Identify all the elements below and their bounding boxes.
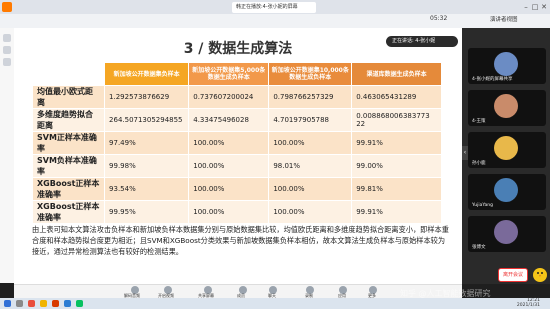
table-row: XGBoost正样本准确率 93.54% 100.00% 100.00% 99.…: [31, 177, 442, 201]
participant-name: 张博文: [472, 245, 486, 250]
table-cell: 0.463065431289: [351, 85, 442, 109]
mascot-icon: [533, 268, 547, 282]
clock-date: 2021/1/31: [516, 303, 540, 308]
table-header-empty: [31, 62, 106, 86]
avatar: [494, 178, 518, 202]
slide-paragraph: 由上表可知本文算法攻击负样本和新加坡负样本数据集分别与原始数据集比较，均值欧氏距…: [32, 225, 449, 256]
table-row: 均值最小欧式距离 1.292573876629 0.737607200024 0…: [31, 85, 442, 109]
powerpoint-icon[interactable]: [52, 300, 59, 307]
meeting-toolbar: 05:32 演讲者视图: [0, 14, 550, 29]
eraser-tool-icon[interactable]: [3, 58, 11, 66]
participant-name: 4-王策: [472, 119, 486, 124]
table-header: 新加坡公开数据集5,000条数据生成负样本: [188, 62, 270, 86]
table-cell: 100.00%: [188, 177, 270, 201]
table-cell: 99.98%: [104, 154, 190, 178]
table-cell: 98.01%: [268, 154, 353, 178]
participants-panel: ‹ 4-张小妮的屏幕共享 4-王策 孙小鹿 YujiaYang 张博文 离开会议: [462, 28, 550, 284]
table-cell: 4.33475496028: [188, 108, 270, 132]
participant-tile[interactable]: 张博文: [468, 216, 546, 252]
annotation-toolstrip: [0, 28, 15, 283]
table-cell: 100.00%: [188, 200, 270, 224]
table-row: SVM负样本准确率 99.98% 100.00% 98.01% 99.00%: [31, 154, 442, 178]
pointer-tool-icon[interactable]: [3, 34, 11, 42]
table-cell: 100.00%: [268, 131, 353, 155]
avatar: [494, 136, 518, 160]
table-row: XGBoost正样本准确率 99.95% 100.00% 100.00% 99.…: [31, 200, 442, 224]
search-icon[interactable]: [16, 300, 23, 307]
table-cell: 0.737607200024: [188, 85, 270, 109]
row-label: XGBoost正样本准确率: [31, 177, 106, 201]
table-row: SVM正样本准确率 97.49% 100.00% 100.00% 99.91%: [31, 131, 442, 155]
participant-name: 孙小鹿: [472, 161, 486, 166]
row-label: XGBoost正样本准确率: [31, 200, 106, 224]
meeting-app-icon[interactable]: [64, 300, 71, 307]
table-cell: 99.81%: [351, 177, 442, 201]
watermark: 知乎 @人工智能数据研究: [400, 289, 491, 298]
table-cell: 100.00%: [188, 131, 270, 155]
row-label: 多维度趋势拟合距离: [31, 108, 106, 132]
row-label: SVM正样本准确率: [31, 131, 106, 155]
participant-tile[interactable]: 孙小鹿: [468, 132, 546, 168]
table-cell: 0.008868006383773 22: [351, 108, 442, 132]
minimize-button[interactable]: –: [522, 3, 530, 11]
metrics-table: 新加坡公开数据集负样本 新加坡公开数据集5,000条数据生成负样本 新加坡公开数…: [31, 62, 442, 224]
pen-tool-icon[interactable]: [3, 46, 11, 54]
table-header: 新加坡公开数据集负样本: [104, 62, 190, 86]
meeting-timer: 05:32: [430, 15, 448, 22]
taskbar-clock: 12:21 2021/1/31: [500, 298, 540, 308]
avatar: [494, 94, 518, 118]
table-cell: 99.91%: [351, 131, 442, 155]
table-cell: 99.91%: [351, 200, 442, 224]
window-tab[interactable]: 韩正在播放:4-张小妮的屏幕: [232, 2, 316, 13]
table-cell: 4.70197905788: [268, 108, 353, 132]
row-label: SVM负样本准确率: [31, 154, 106, 178]
os-taskbar: 12:21 2021/1/31: [0, 298, 550, 309]
table-cell: 99.00%: [351, 154, 442, 178]
presenter-view-button[interactable]: 演讲者视图: [490, 15, 518, 23]
table-header: 渠道库数据生成负样本: [351, 62, 442, 86]
close-button[interactable]: ✕: [540, 3, 548, 11]
wechat-icon[interactable]: [76, 300, 83, 307]
table-cell: 97.49%: [104, 131, 190, 155]
table-cell: 100.00%: [188, 154, 270, 178]
app-title-bar: 韩正在播放:4-张小妮的屏幕 – □ ✕: [0, 0, 550, 14]
row-label: 均值最小欧式距离: [31, 85, 106, 109]
avatar: [494, 220, 518, 244]
participant-tile[interactable]: 4-张小妮的屏幕共享: [468, 48, 546, 84]
table-row: 多维度趋势拟合距离 264.5071305294855 4.3347549602…: [31, 108, 442, 132]
meeting-controls: 解码音频 开启视频 共享屏幕 成员 聊天 录制 应用 更多: [14, 284, 462, 299]
participant-tile[interactable]: YujiaYang: [468, 174, 546, 210]
browser-icon[interactable]: [28, 300, 35, 307]
avatar: [494, 52, 518, 76]
file-explorer-icon[interactable]: [40, 300, 47, 307]
participant-name: 4-张小妮的屏幕共享: [472, 77, 513, 82]
shared-slide: 3 / 数据生成算法 正在讲话: 4-张小妮 新加坡公开数据集负样本 新加坡公开…: [14, 28, 462, 284]
participant-name: YujiaYang: [472, 203, 493, 208]
table-header-row: 新加坡公开数据集负样本 新加坡公开数据集5,000条数据生成负样本 新加坡公开数…: [31, 62, 442, 86]
table-cell: 0.798766257329: [268, 85, 353, 109]
maximize-button[interactable]: □: [531, 3, 539, 11]
table-header: 新加坡公开数据集10,000条数据生成负样本: [268, 62, 353, 86]
speaking-indicator: 正在讲话: 4-张小妮: [386, 36, 458, 47]
table-cell: 100.00%: [268, 177, 353, 201]
table-cell: 93.54%: [104, 177, 190, 201]
leave-meeting-button[interactable]: 离开会议: [498, 268, 528, 282]
table-cell: 1.292573876629: [104, 85, 190, 109]
table-cell: 99.95%: [104, 200, 190, 224]
table-cell: 264.5071305294855: [104, 108, 190, 132]
start-menu-icon[interactable]: [4, 300, 11, 307]
participant-tile[interactable]: 4-王策: [468, 90, 546, 126]
table-cell: 100.00%: [268, 200, 353, 224]
app-logo-icon: [2, 2, 12, 12]
